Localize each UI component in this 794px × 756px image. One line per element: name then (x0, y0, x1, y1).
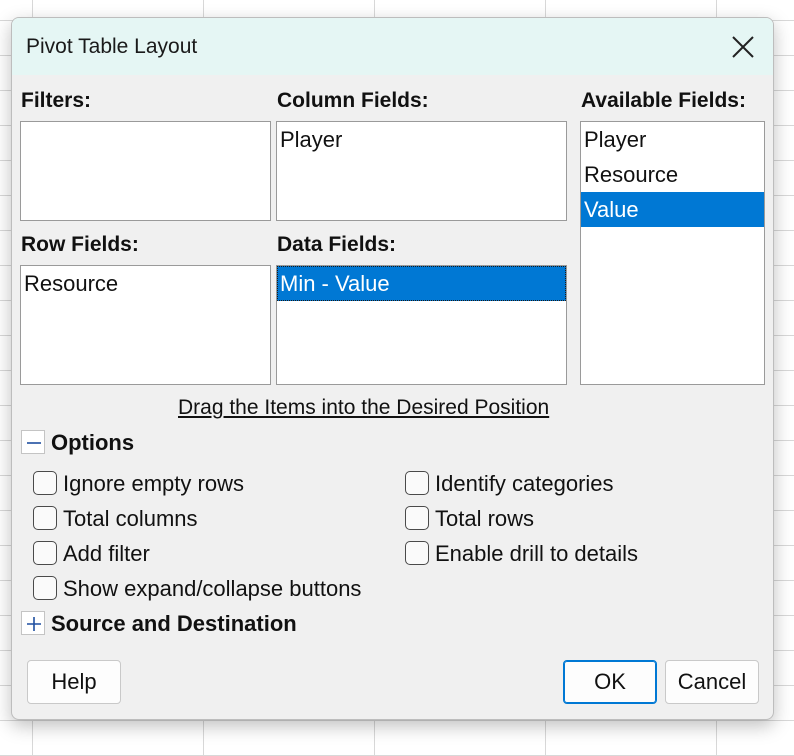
list-item[interactable]: Player (277, 122, 566, 157)
checkbox-label: Identify categories (435, 471, 614, 496)
checkbox-box[interactable] (405, 541, 429, 565)
plus-icon (27, 617, 41, 631)
list-item-selected[interactable]: Value (581, 192, 764, 227)
checkbox-box[interactable] (405, 471, 429, 495)
options-toggle[interactable] (21, 430, 45, 454)
ignore-empty-rows-checkbox[interactable]: Ignore empty rows (33, 470, 363, 498)
checkbox-label: Show expand/collapse buttons (63, 576, 362, 601)
column-fields-label: Column Fields: (277, 89, 429, 112)
checkbox-box[interactable] (33, 506, 57, 530)
checkbox-box[interactable] (33, 471, 57, 495)
list-item[interactable]: Player (581, 122, 764, 157)
options-label: Options (51, 430, 135, 455)
close-icon (732, 36, 754, 58)
row-fields-label: Row Fields: (21, 233, 139, 256)
minus-icon (27, 442, 41, 444)
checkbox-box[interactable] (405, 506, 429, 530)
total-rows-checkbox[interactable]: Total rows (405, 505, 745, 533)
source-destination-label: Source and Destination (51, 611, 297, 636)
total-columns-checkbox[interactable]: Total columns (33, 505, 363, 533)
list-item[interactable]: Resource (21, 266, 270, 301)
checkbox-label: Total columns (63, 506, 198, 531)
data-fields-label: Data Fields: (277, 233, 397, 256)
ok-button[interactable]: OK (563, 660, 657, 704)
filters-label: Filters: (21, 89, 92, 112)
filters-list[interactable] (20, 121, 271, 221)
pivot-table-layout-dialog: Pivot Table Layout Filters: Column Field… (11, 17, 774, 720)
list-item[interactable]: Resource (581, 157, 764, 192)
checkbox-label: Enable drill to details (435, 541, 639, 566)
drag-hint: Drag the Items into the Desired Position (178, 396, 550, 419)
checkbox-box[interactable] (33, 541, 57, 565)
close-button[interactable] (723, 27, 763, 67)
enable-drill-to-details-checkbox[interactable]: Enable drill to details (405, 540, 745, 568)
checkbox-label: Add filter (63, 541, 150, 566)
checkbox-label: Ignore empty rows (63, 471, 244, 496)
checkbox-label: Total rows (435, 506, 535, 531)
checkbox-box[interactable] (33, 576, 57, 600)
list-item-selected[interactable]: Min - Value (277, 266, 566, 301)
cancel-button[interactable]: Cancel (665, 660, 759, 704)
help-button[interactable]: Help (27, 660, 121, 704)
source-destination-toggle[interactable] (21, 611, 45, 635)
show-expand-collapse-buttons-checkbox[interactable]: Show expand/collapse buttons (33, 575, 413, 603)
row-fields-list[interactable]: Resource (20, 265, 271, 385)
available-fields-list[interactable]: Player Resource Value (580, 121, 765, 385)
column-fields-list[interactable]: Player (276, 121, 567, 221)
add-filter-checkbox[interactable]: Add filter (33, 540, 363, 568)
identify-categories-checkbox[interactable]: Identify categories (405, 470, 745, 498)
dialog-title: Pivot Table Layout (26, 35, 198, 58)
data-fields-list[interactable]: Min - Value (276, 265, 567, 385)
title-bar: Pivot Table Layout (12, 18, 773, 75)
available-fields-label: Available Fields: (581, 89, 746, 112)
